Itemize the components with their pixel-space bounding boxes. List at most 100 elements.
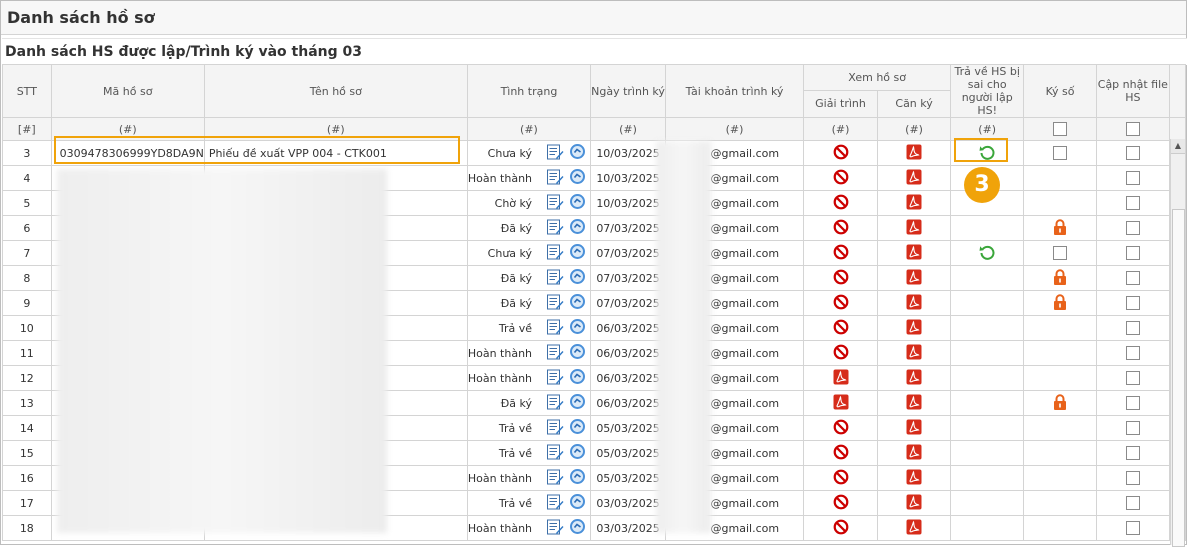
pdf-icon[interactable] [833,369,849,388]
cap-nhat-checkbox[interactable] [1125,321,1140,335]
row-can-ky[interactable] [876,515,952,541]
row-tra-ve[interactable] [950,315,1025,341]
view-history-icon[interactable] [569,218,586,238]
row-can-ky[interactable] [876,215,952,241]
scroll-up-icon[interactable]: ▲ [1171,139,1185,154]
no-entry-icon[interactable] [833,219,849,238]
no-entry-icon[interactable] [833,419,849,438]
pdf-icon[interactable] [833,394,849,413]
row-can-ky[interactable] [876,365,952,391]
view-history-icon[interactable] [569,418,586,438]
no-entry-icon[interactable] [833,294,849,313]
row-cap-nhat[interactable] [1096,315,1170,341]
edit-document-icon[interactable] [547,444,564,463]
row-cap-nhat[interactable] [1096,290,1170,316]
pdf-icon[interactable] [906,269,922,288]
row-ky-so[interactable] [1023,340,1098,366]
row-ky-so[interactable] [1023,165,1098,191]
view-history-icon[interactable] [569,243,586,263]
row-giai-trinh[interactable] [803,240,878,266]
header-stt[interactable]: STT [2,64,52,118]
row-cap-nhat[interactable] [1096,515,1170,541]
view-history-icon[interactable] [569,368,586,388]
return-arrow-icon[interactable] [978,243,996,264]
row-giai-trinh[interactable] [803,415,878,441]
no-entry-icon[interactable] [833,144,849,163]
row-giai-trinh[interactable] [803,440,878,466]
row-tra-ve[interactable] [950,465,1025,491]
view-history-icon[interactable] [569,318,586,338]
ky-so-checkbox[interactable] [1053,146,1068,160]
row-can-ky[interactable] [876,440,952,466]
cap-nhat-checkbox[interactable] [1125,196,1140,210]
row-tra-ve[interactable] [950,240,1025,266]
pdf-icon[interactable] [906,369,922,388]
row-giai-trinh[interactable] [803,365,878,391]
row-ky-so[interactable] [1023,265,1098,291]
cap-nhat-checkbox[interactable] [1125,296,1140,310]
cap-nhat-checkbox[interactable] [1125,521,1140,535]
edit-document-icon[interactable] [547,169,564,188]
edit-document-icon[interactable] [547,269,564,288]
pdf-icon[interactable] [906,419,922,438]
row-can-ky[interactable] [876,390,952,416]
no-entry-icon[interactable] [833,244,849,263]
row-ky-so[interactable] [1023,190,1098,216]
cap-nhat-checkbox[interactable] [1125,171,1140,185]
pdf-icon[interactable] [906,144,922,163]
pdf-icon[interactable] [906,319,922,338]
row-tra-ve[interactable] [950,215,1025,241]
header-tra-ve[interactable]: Trả về HS bị sai cho người lập HS! [950,64,1025,118]
row-cap-nhat[interactable] [1096,465,1170,491]
edit-document-icon[interactable] [547,369,564,388]
cap-nhat-checkbox[interactable] [1125,446,1140,460]
pdf-icon[interactable] [906,519,922,538]
header-tinh-trang[interactable]: Tình trạng [466,64,592,118]
cap-nhat-checkbox[interactable] [1125,396,1140,410]
edit-document-icon[interactable] [547,294,564,313]
vertical-scrollbar[interactable]: ▲ [1170,139,1185,547]
row-cap-nhat[interactable] [1096,215,1170,241]
row-cap-nhat[interactable] [1096,490,1170,516]
edit-document-icon[interactable] [547,519,564,538]
row-giai-trinh[interactable] [803,490,878,516]
row-can-ky[interactable] [876,290,952,316]
view-history-icon[interactable] [569,293,586,313]
row-ky-so[interactable] [1023,240,1098,266]
header-giai-trinh[interactable]: Giải trình [803,89,878,119]
view-history-icon[interactable] [569,518,586,538]
no-entry-icon[interactable] [833,319,849,338]
view-history-icon[interactable] [569,143,586,163]
no-entry-icon[interactable] [833,494,849,513]
no-entry-icon[interactable] [833,269,849,288]
row-giai-trinh[interactable] [803,390,878,416]
filter-stt[interactable]: [#] [2,117,52,141]
row-giai-trinh[interactable] [803,190,878,216]
row-tra-ve[interactable] [950,290,1025,316]
row-cap-nhat[interactable] [1096,165,1170,191]
pdf-icon[interactable] [906,219,922,238]
pdf-icon[interactable] [906,494,922,513]
row-giai-trinh[interactable] [803,265,878,291]
cap-nhat-checkbox[interactable] [1125,471,1140,485]
row-tra-ve[interactable] [950,490,1025,516]
row-cap-nhat[interactable] [1096,440,1170,466]
edit-document-icon[interactable] [547,419,564,438]
view-history-icon[interactable] [569,168,586,188]
filter-tai-khoan[interactable]: (#) [665,117,805,141]
row-ky-so[interactable] [1023,365,1098,391]
cap-nhat-checkbox[interactable] [1125,346,1140,360]
cap-nhat-checkbox[interactable] [1125,421,1140,435]
header-cap-nhat[interactable]: Cập nhật file HS [1096,64,1170,118]
header-ngay-trinh-ky[interactable]: Ngày trình ký [590,64,667,118]
cap-nhat-checkbox[interactable] [1125,271,1140,285]
view-history-icon[interactable] [569,343,586,363]
filter-can-ky[interactable]: (#) [876,117,952,141]
row-cap-nhat[interactable] [1096,265,1170,291]
header-can-ky[interactable]: Căn ký [876,89,952,119]
edit-document-icon[interactable] [547,194,564,213]
row-can-ky[interactable] [876,415,952,441]
cap-nhat-checkbox[interactable] [1125,371,1140,385]
no-entry-icon[interactable] [833,194,849,213]
pdf-icon[interactable] [906,194,922,213]
